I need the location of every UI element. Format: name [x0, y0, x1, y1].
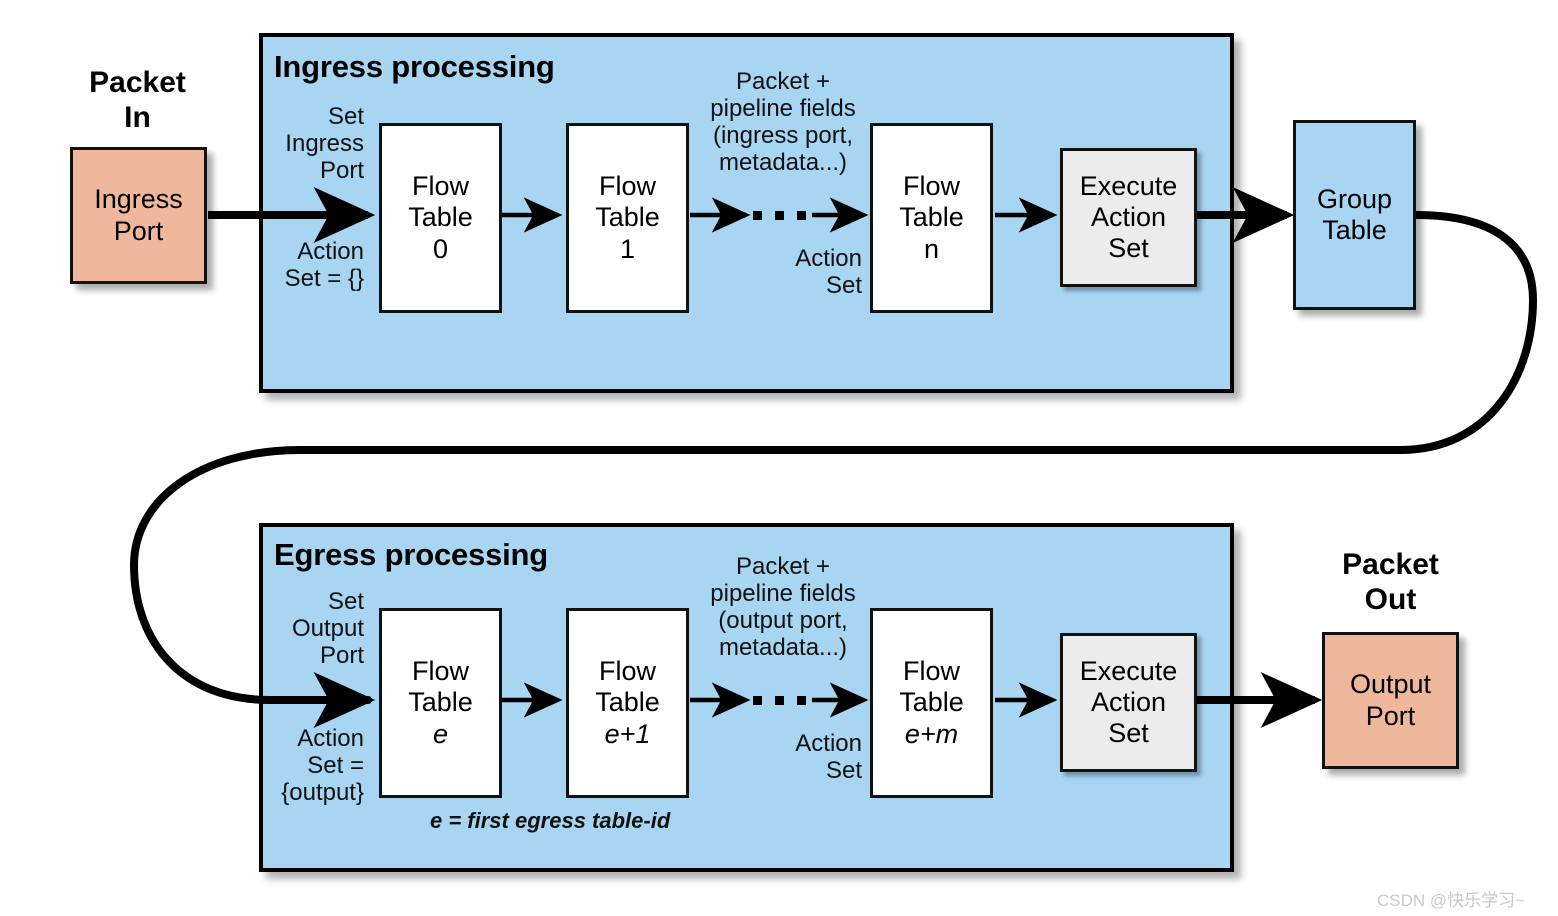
- flow-table-1-line1: Flow: [598, 171, 656, 202]
- dot: [775, 696, 784, 705]
- ingress-port-box: Ingress Port: [70, 147, 207, 284]
- ingress-entry-note-top: Set Ingress Port: [285, 103, 364, 185]
- flow-table-e-plus-1-id: e+1: [604, 718, 651, 749]
- output-port-box: Output Port: [1322, 632, 1459, 769]
- diagram-canvas: Ingress processing Egress processing Pac…: [0, 0, 1558, 916]
- flow-table-0-id: 0: [432, 233, 449, 264]
- flow-table-e-plus-1: Flow Table e+1: [566, 608, 689, 798]
- flow-table-e: Flow Table e: [379, 608, 502, 798]
- flow-table-e-plus-1-line2: Table: [595, 687, 660, 718]
- flow-table-1-line2: Table: [595, 202, 660, 233]
- ingress-processing-title: Ingress processing: [274, 49, 555, 84]
- flow-table-e-line2: Table: [408, 687, 473, 718]
- flow-table-n-line1: Flow: [902, 171, 960, 202]
- csdn-watermark: CSDN @快乐学习~: [1377, 891, 1526, 910]
- dot: [775, 211, 784, 220]
- flow-table-1-id: 1: [619, 233, 636, 264]
- flow-table-e-plus-m-line1: Flow: [902, 656, 960, 687]
- ingress-execute-action-set-label: Execute Action Set: [1079, 170, 1178, 264]
- flow-table-e-id: e: [432, 718, 449, 749]
- flow-table-n: Flow Table n: [870, 123, 993, 313]
- dot: [797, 211, 806, 220]
- egress-entry-note-top: Set Output Port: [291, 588, 364, 670]
- egress-execute-action-set-label: Execute Action Set: [1079, 655, 1178, 749]
- flow-table-n-line2: Table: [899, 202, 964, 233]
- flow-table-0-line2: Table: [408, 202, 473, 233]
- flow-table-n-id: n: [923, 233, 940, 264]
- packet-out-label: Packet Out: [1342, 548, 1439, 616]
- flow-table-0-line1: Flow: [411, 171, 469, 202]
- ingress-execute-action-set: Execute Action Set: [1060, 148, 1197, 287]
- dot: [753, 696, 762, 705]
- egress-processing-title: Egress processing: [274, 537, 548, 572]
- egress-mid-note-top: Packet + pipeline fields (output port, m…: [710, 553, 856, 662]
- flow-table-e-plus-1-line1: Flow: [598, 656, 656, 687]
- flow-table-e-plus-m-line2: Table: [899, 687, 964, 718]
- egress-entry-note-bottom: Action Set = {output}: [281, 725, 364, 807]
- group-table-label: Group Table: [1316, 183, 1393, 245]
- flow-table-e-line1: Flow: [411, 656, 469, 687]
- ellipsis-dots-ingress: [753, 211, 806, 220]
- egress-mid-note-bottom: Action Set: [795, 730, 862, 785]
- packet-in-label: Packet In: [89, 66, 186, 134]
- flow-table-1: Flow Table 1: [566, 123, 689, 313]
- flow-table-e-plus-m-id: e+m: [904, 718, 959, 749]
- dot: [797, 696, 806, 705]
- ellipsis-dots-egress: [753, 696, 806, 705]
- ingress-mid-note-bottom: Action Set: [795, 245, 862, 300]
- flow-table-e-plus-m: Flow Table e+m: [870, 608, 993, 798]
- ingress-port-box-label: Ingress Port: [94, 184, 183, 246]
- output-port-box-label: Output Port: [1349, 669, 1432, 731]
- ingress-entry-note-bottom: Action Set = {}: [284, 238, 364, 293]
- egress-execute-action-set: Execute Action Set: [1060, 633, 1197, 772]
- flow-table-0: Flow Table 0: [379, 123, 502, 313]
- dot: [753, 211, 762, 220]
- egress-table-id-caption: e = first egress table-id: [430, 808, 671, 833]
- ingress-mid-note-top: Packet + pipeline fields (ingress port, …: [710, 68, 856, 177]
- group-table-box: Group Table: [1293, 120, 1416, 310]
